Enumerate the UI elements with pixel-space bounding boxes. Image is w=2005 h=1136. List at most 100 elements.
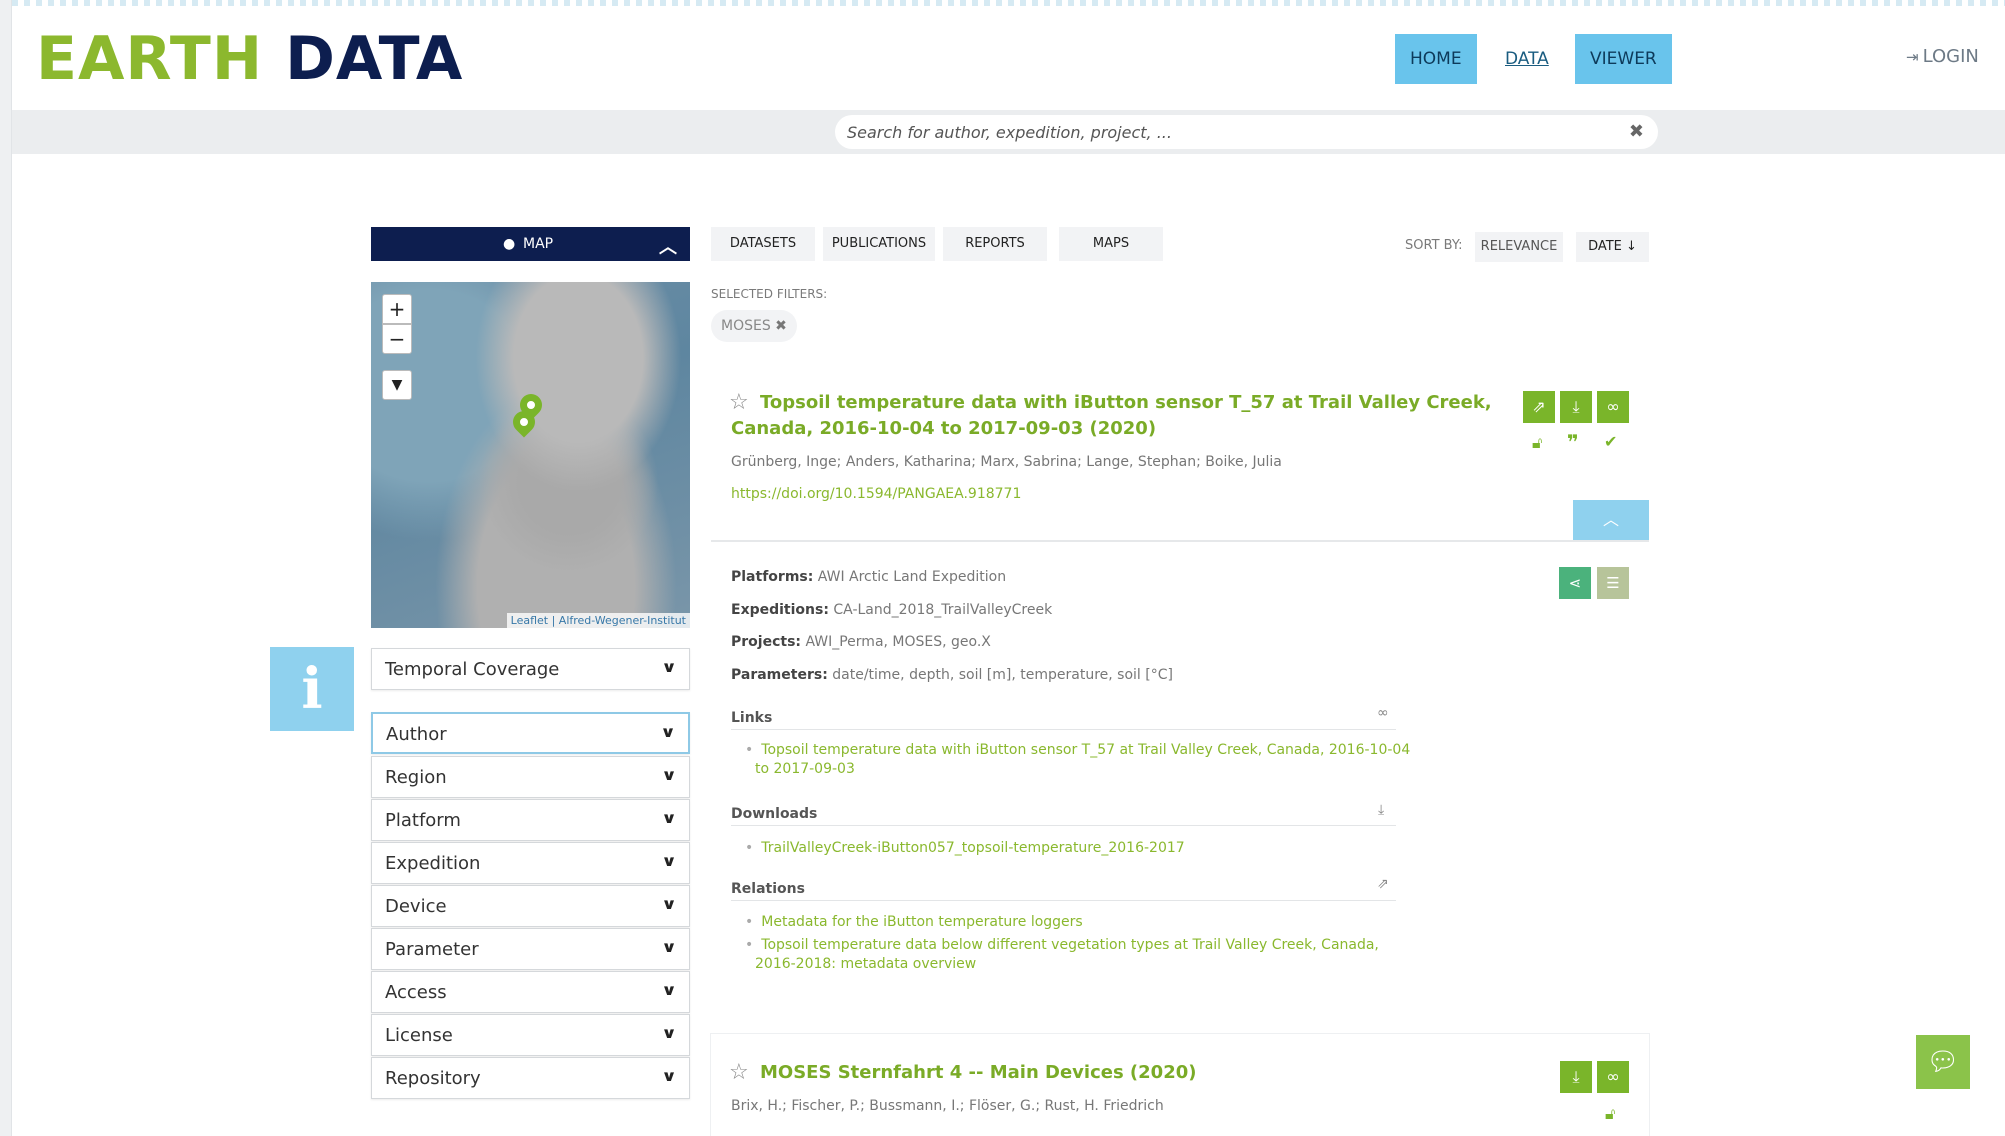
result-title-continued[interactable]: Canada, 2016-10-04 to 2017-09-03 (2020)	[731, 416, 1156, 442]
chevron-down-icon: ∨	[660, 1024, 677, 1042]
sort-date-button[interactable]: DATE ↓	[1576, 232, 1649, 262]
result-doi-link[interactable]: https://doi.org/10.1594/PANGAEA.918771	[731, 486, 1021, 502]
link-icon[interactable]: ∞	[1597, 1061, 1629, 1093]
map-pin-icon: ●	[503, 236, 516, 252]
filter-label: Access	[385, 982, 447, 1003]
plus-icon[interactable]: +	[382, 294, 412, 324]
filter-chip-moses[interactable]: MOSES ✖	[711, 310, 797, 342]
search-box: ✖	[835, 115, 1658, 149]
filter-repository[interactable]: Repository ∨	[371, 1057, 690, 1099]
login-label: LOGIN	[1922, 46, 1979, 67]
sort-date-label: DATE	[1588, 239, 1622, 254]
map-title: MAP	[523, 236, 554, 252]
expeditions-key: Expeditions:	[731, 602, 829, 618]
filter-icon[interactable]: ▼	[382, 370, 412, 400]
download-icon: ⤓	[1378, 802, 1385, 818]
minus-icon[interactable]: −	[382, 324, 412, 354]
chevron-down-icon: ∨	[660, 981, 677, 999]
result-authors: Grünberg, Inge; Anders, Katharina; Marx,…	[731, 454, 1282, 470]
tab-publications[interactable]: PUBLICATIONS	[823, 227, 935, 261]
filter-access[interactable]: Access ∨	[371, 971, 690, 1013]
login-link[interactable]: ⇥ LOGIN	[1906, 46, 1979, 67]
sort-relevance-button[interactable]: RELEVANCE	[1475, 232, 1563, 262]
chevron-down-icon: ∨	[660, 895, 677, 913]
chevron-down-icon: ∨	[659, 723, 676, 741]
chevron-down-icon: ∨	[660, 766, 677, 784]
filter-author[interactable]: Author ∨	[371, 712, 690, 754]
arrow-down-icon: ↓	[1626, 239, 1637, 254]
result-title[interactable]: Topsoil temperature data with iButton se…	[760, 390, 1492, 416]
collapse-details-button[interactable]: ︿	[1573, 500, 1649, 540]
star-icon[interactable]: ☆	[729, 1060, 749, 1085]
filter-label: Device	[385, 896, 447, 917]
check-circle-icon: ✔	[1604, 432, 1618, 451]
filter-label: Repository	[385, 1068, 481, 1089]
parameters-key: Parameters:	[731, 667, 828, 683]
download-icon[interactable]: ⤓	[1560, 391, 1592, 423]
quote-icon[interactable]: ❞	[1567, 430, 1579, 454]
filter-expedition[interactable]: Expedition ∨	[371, 842, 690, 884]
info-icon[interactable]: i	[270, 647, 354, 731]
map-attribution[interactable]: Leaflet | Alfred-Wegener-Institut	[506, 613, 690, 628]
downloads-item[interactable]: TrailValleyCreek-iButton057_topsoil-temp…	[745, 837, 1184, 859]
map-toggle-bar[interactable]: ● MAP ︿	[371, 227, 690, 261]
links-item-continued[interactable]: to 2017-09-03	[755, 761, 855, 777]
chat-icon[interactable]: 💬︎	[1916, 1035, 1970, 1089]
tab-datasets[interactable]: DATASETS	[711, 227, 815, 261]
earth-data-logo[interactable]: EARTH DATA	[36, 24, 463, 94]
external-link-icon[interactable]: ⇗	[1523, 391, 1555, 423]
chevron-down-icon: ∨	[660, 658, 677, 676]
close-icon[interactable]: ✖	[1629, 121, 1644, 142]
nav-data-link[interactable]: DATA	[1490, 34, 1564, 84]
download-icon[interactable]: ⤓	[1560, 1061, 1592, 1093]
relations-item[interactable]: Topsoil temperature data below different…	[745, 934, 1379, 956]
tab-maps[interactable]: MAPS	[1059, 227, 1163, 261]
map-view[interactable]: + − ▼ Leaflet | Alfred-Wegener-Institut	[371, 282, 690, 628]
projects-row: Projects: AWI_Perma, MOSES, geo.X	[731, 634, 991, 650]
left-border	[0, 0, 12, 1136]
sign-in-icon: ⇥	[1906, 48, 1919, 66]
result-authors: Brix, H.; Fischer, P.; Bussmann, I.; Flö…	[731, 1098, 1164, 1114]
platforms-key: Platforms:	[731, 569, 814, 585]
links-item[interactable]: Topsoil temperature data with iButton se…	[745, 739, 1410, 761]
filter-device[interactable]: Device ∨	[371, 885, 690, 927]
close-icon[interactable]: ✖	[775, 318, 787, 334]
relations-header: Relations	[731, 881, 805, 897]
parameters-row: Parameters: date/time, depth, soil [m], …	[731, 667, 1173, 683]
filter-label: Temporal Coverage	[385, 659, 560, 680]
expeditions-row: Expeditions: CA-Land_2018_TrailValleyCre…	[731, 602, 1052, 618]
chip-label: MOSES	[721, 318, 771, 334]
filter-region[interactable]: Region ∨	[371, 756, 690, 798]
selected-filters-label: SELECTED FILTERS:	[711, 287, 828, 301]
chevron-down-icon: ∨	[660, 938, 677, 956]
filter-label: Author	[386, 724, 447, 745]
filter-temporal-coverage[interactable]: Temporal Coverage ∨	[371, 648, 690, 690]
filter-platform[interactable]: Platform ∨	[371, 799, 690, 841]
projects-key: Projects:	[731, 634, 801, 650]
filter-label: License	[385, 1025, 453, 1046]
expeditions-value: CA-Land_2018_TrailValleyCreek	[833, 602, 1053, 618]
chevron-up-icon: ︿	[1602, 510, 1619, 529]
relations-item-continued[interactable]: 2016-2018: metadata overview	[755, 956, 976, 972]
link-icon[interactable]: ∞	[1597, 391, 1629, 423]
relations-item[interactable]: Metadata for the iButton temperature log…	[745, 911, 1082, 933]
unlock-icon: 🔓︎	[1605, 1104, 1616, 1123]
projects-value: AWI_Perma, MOSES, geo.X	[805, 634, 991, 650]
filter-license[interactable]: License ∨	[371, 1014, 690, 1056]
result-title[interactable]: MOSES Sternfahrt 4 -- Main Devices (2020…	[760, 1060, 1196, 1086]
chevron-down-icon: ∨	[660, 1067, 677, 1085]
filter-label: Expedition	[385, 853, 481, 874]
nav-home-button[interactable]: HOME	[1395, 34, 1477, 84]
star-icon[interactable]: ☆	[729, 390, 749, 415]
list-icon[interactable]: ☰	[1597, 567, 1629, 599]
divider	[731, 825, 1396, 826]
links-header: Links	[731, 710, 773, 726]
filter-label: Platform	[385, 810, 461, 831]
share-icon[interactable]: ⋖	[1559, 567, 1591, 599]
filter-parameter[interactable]: Parameter ∨	[371, 928, 690, 970]
nav-viewer-button[interactable]: VIEWER	[1575, 34, 1672, 84]
tab-reports[interactable]: REPORTS	[943, 227, 1047, 261]
logo-earth: EARTH	[36, 24, 264, 94]
filter-label: Region	[385, 767, 447, 788]
search-input[interactable]	[847, 115, 1607, 149]
